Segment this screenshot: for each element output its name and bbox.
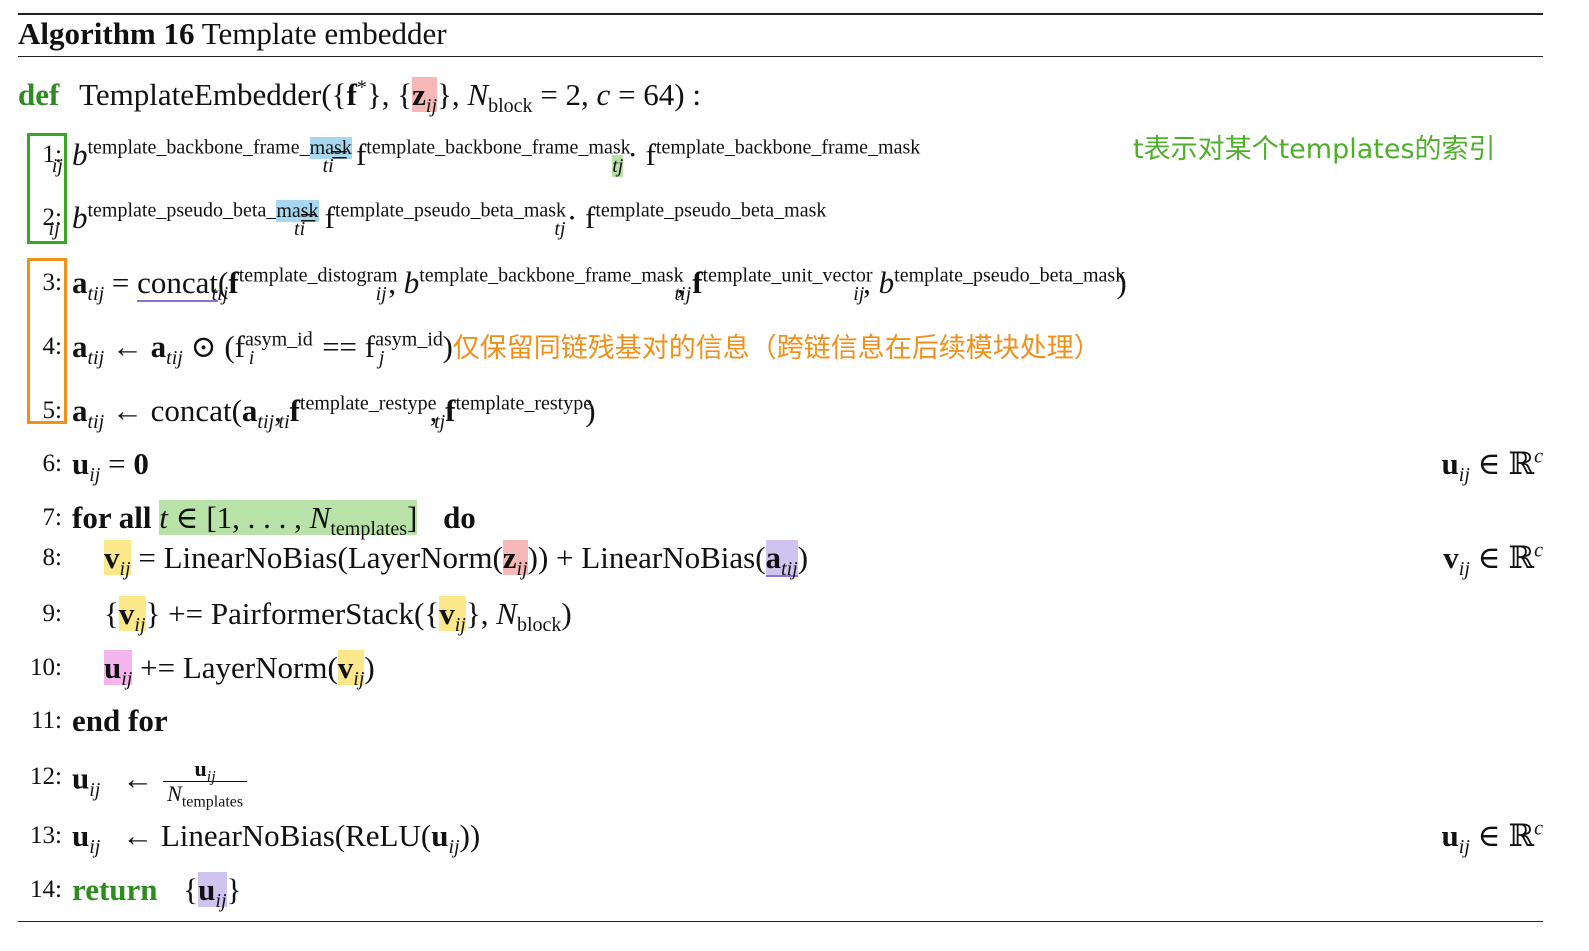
line-number: 6: [42, 450, 62, 477]
green-highlight-box [27, 133, 67, 244]
line-code: atij ← concat(atij, ftemplate_restypeti,… [72, 392, 596, 434]
annotation-v-real: vij ∈ ℝc [1443, 539, 1543, 581]
line-number: 9: [42, 600, 62, 627]
fraction: uij Ntemplates [163, 757, 248, 810]
line-number: 11: [30, 707, 62, 734]
line-code: uij ← LinearNoBias(ReLU(uij)) [72, 818, 481, 859]
line-number: 8: [42, 544, 62, 571]
line-code: uij += LayerNorm(vij) [104, 650, 375, 691]
line-number: 7: [42, 504, 62, 531]
annotation-u-real-2: uij ∈ ℝc [1441, 817, 1543, 859]
line-number: 10: [30, 654, 62, 681]
note-template-index: t表示对某个templates的索引 [1133, 134, 1496, 165]
do-keyword: do [443, 500, 476, 535]
line-number: 14: [30, 876, 62, 903]
note-same-chain: 仅保留同链残基对的信息（跨链信息在后续模块处理） [452, 333, 1101, 364]
line-code: btemplate_backbone_frame_maskij = ftempl… [51, 136, 921, 178]
algorithm-label: Algorithm 16 [18, 16, 195, 51]
function-signature: TemplateEmbedder({f*}, {zij}, Nblock = 2… [79, 76, 701, 118]
algorithm-title: Algorithm 16 Template embedder [18, 16, 447, 52]
line-code: vij = LinearNoBias(LayerNorm(zij)) + Lin… [104, 540, 809, 581]
top-rule [18, 13, 1543, 15]
line-code: for all t ∈ [1, . . . , Ntemplates] do [72, 500, 476, 541]
line-number: 13: [30, 822, 62, 849]
orange-highlight-box [27, 258, 67, 424]
algorithm-name: Template embedder [201, 16, 447, 51]
line-code: {vij} += PairformerStack({vij}, Nblock) [104, 596, 572, 637]
annotation-u-real: uij ∈ ℝc [1441, 445, 1543, 487]
for-keyword: for all [72, 500, 152, 535]
line-code: return {uij} [72, 872, 242, 913]
line-code: uij ← uij Ntemplates [72, 757, 248, 810]
line-number: 12: [30, 763, 62, 790]
concat-fn: concat [137, 265, 219, 302]
def-line: def TemplateEmbedder({f*}, {zij}, Nblock… [18, 75, 701, 118]
return-keyword: return [72, 872, 158, 907]
line-code: uij = 0 [72, 446, 149, 487]
line-code: atij = concat(ftemplate_distogramtij, bt… [72, 264, 1127, 306]
bottom-rule [18, 921, 1543, 923]
title-rule [18, 56, 1543, 58]
def-keyword: def [18, 77, 60, 112]
line-code: atij ← atij ⊙ (fasym_idi == fasym_idj)仅保… [72, 328, 1101, 370]
line-code: btemplate_pseudo_beta_maskij = ftemplate… [48, 199, 827, 241]
end-for-keyword: end for [72, 703, 168, 738]
